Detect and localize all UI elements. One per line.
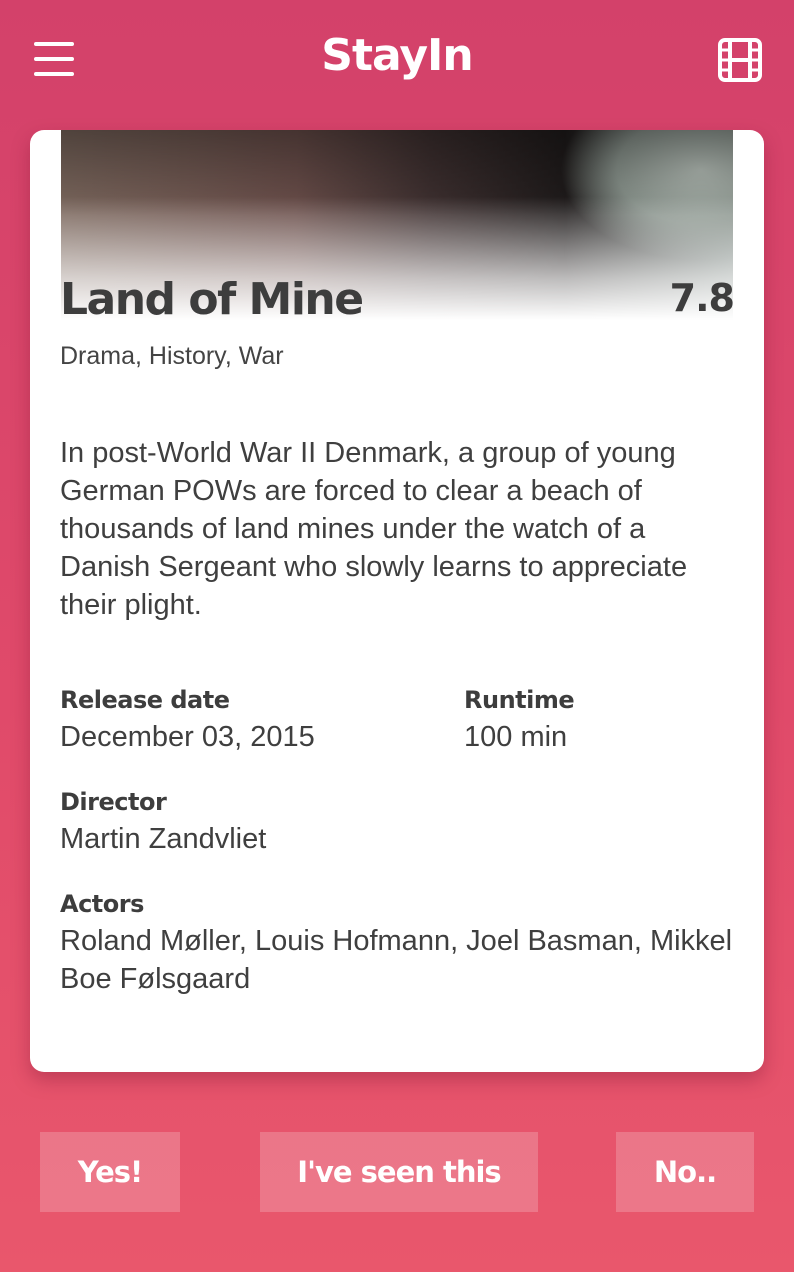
top-bar: StayIn (0, 0, 794, 120)
movie-card: Land of Mine 7.8 Drama, History, War In … (30, 130, 764, 1072)
app-title: StayIn (321, 30, 473, 81)
actors-value: Roland Møller, Louis Hofmann, Joel Basma… (60, 925, 733, 995)
seen-this-button[interactable]: I've seen this (260, 1132, 538, 1212)
director-value: Martin Zandvliet (60, 823, 267, 855)
movie-genres: Drama, History, War (60, 342, 284, 370)
movie-title: Land of Mine (60, 274, 364, 325)
runtime-label: Runtime (464, 686, 575, 714)
film-strip-icon[interactable] (718, 38, 762, 82)
release-date-label: Release date (60, 686, 230, 714)
director-label: Director (60, 788, 167, 816)
no-button[interactable]: No.. (616, 1132, 754, 1212)
movie-overview: In post-World War II Denmark, a group of… (60, 437, 688, 621)
movie-rating: 7.8 (669, 276, 735, 320)
actors-label: Actors (60, 890, 144, 918)
yes-button[interactable]: Yes! (40, 1132, 180, 1212)
runtime-value: 100 min (464, 721, 568, 753)
release-date-value: December 03, 2015 (60, 721, 315, 753)
